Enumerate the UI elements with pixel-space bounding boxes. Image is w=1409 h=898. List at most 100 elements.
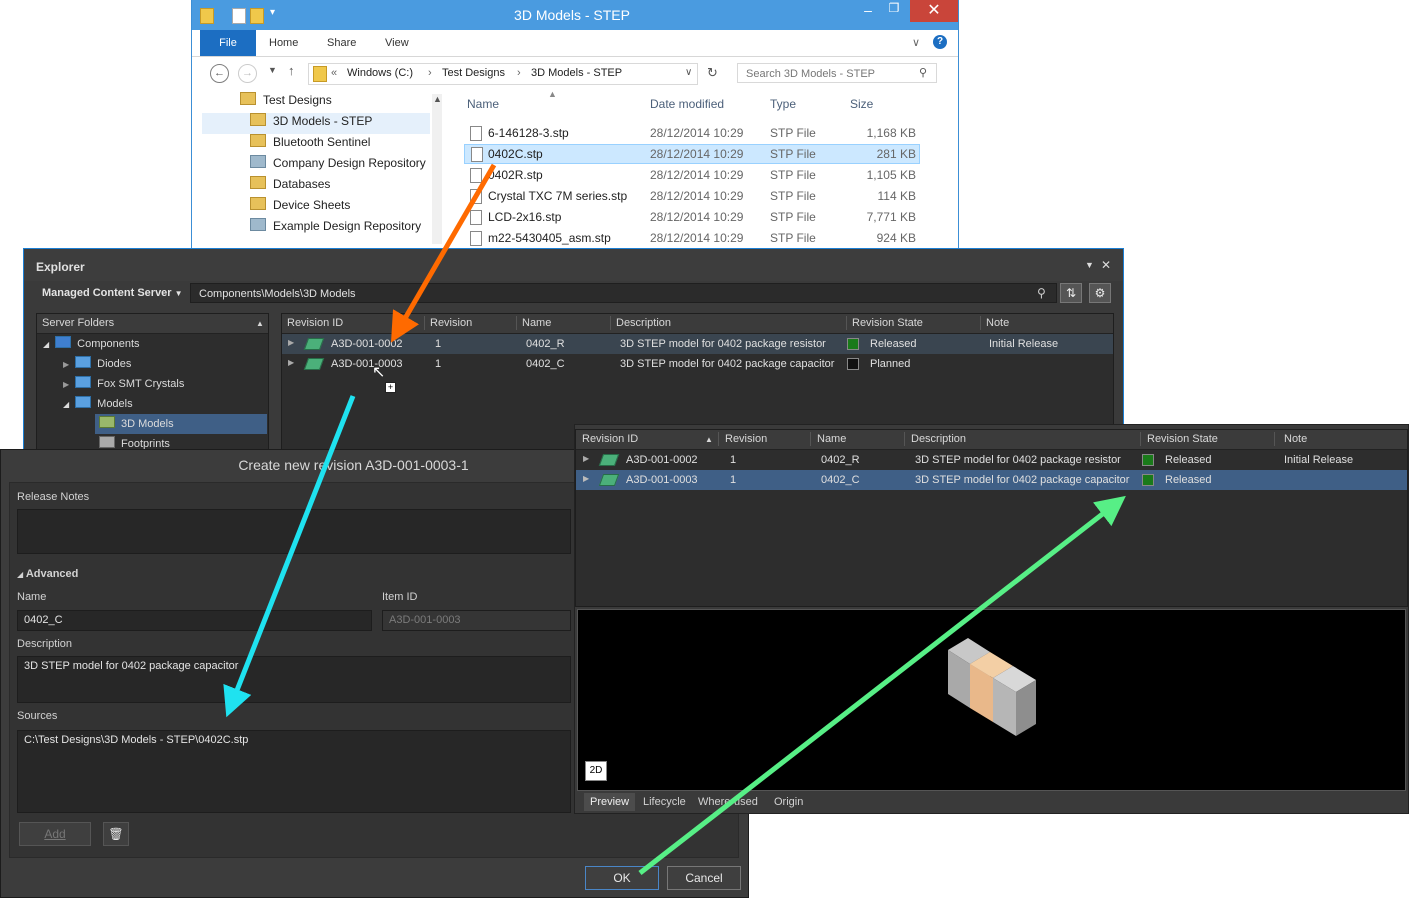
close-icon[interactable]: ✕: [1101, 258, 1111, 272]
breadcrumb-overflow[interactable]: «: [331, 67, 337, 79]
expand-icon[interactable]: ▶: [63, 380, 69, 389]
nav-item-example-design-repository[interactable]: Example Design Repository: [250, 218, 421, 239]
breadcrumb-separator-icon[interactable]: ›: [517, 67, 521, 79]
expand-icon[interactable]: ▶: [583, 474, 589, 483]
released-state-icon: [847, 338, 859, 350]
gear-icon[interactable]: ⚙: [1089, 283, 1111, 303]
column-size[interactable]: Size: [850, 97, 873, 111]
column-date-modified[interactable]: Date modified: [650, 97, 724, 111]
released-state-icon: [1142, 474, 1154, 486]
file-row[interactable]: 0402R.stp 28/12/2014 10:29 STP File 1,105 K…: [464, 165, 920, 185]
close-button[interactable]: ✕: [910, 0, 958, 22]
forward-icon[interactable]: →: [238, 64, 257, 83]
file-row[interactable]: LCD-2x16.stp 28/12/2014 10:29 STP File 7,77…: [464, 207, 920, 227]
file-row[interactable]: Crystal TXC 7M series.stp 28/12/2014 10:2…: [464, 186, 920, 206]
column-revision[interactable]: Revision: [725, 433, 767, 445]
expand-icon[interactable]: ▶: [63, 360, 69, 369]
column-revision-state[interactable]: Revision State: [852, 317, 923, 329]
restore-icon[interactable]: ❐: [880, 0, 908, 18]
3d-model-icon: [303, 358, 325, 370]
folder-components[interactable]: ◢ Components: [43, 334, 140, 354]
table-row[interactable]: ▶ A3D-001-0003 1 0402_C 3D STEP model fo…: [282, 354, 1113, 374]
tab-where-used[interactable]: Where-used: [692, 793, 764, 811]
column-revision[interactable]: Revision: [430, 317, 472, 329]
tab-view[interactable]: View: [385, 37, 409, 49]
column-name[interactable]: Name: [817, 433, 846, 445]
column-note[interactable]: Note: [986, 317, 1009, 329]
column-revision-state[interactable]: Revision State: [1147, 433, 1218, 445]
folder-3d-models-selected[interactable]: 3D Models: [95, 414, 267, 434]
model-preview[interactable]: 2D: [577, 609, 1406, 791]
tab-preview[interactable]: Preview: [584, 793, 636, 811]
breadcrumb-test-designs[interactable]: Test Designs: [442, 67, 505, 79]
folder-models[interactable]: ◢ Models: [63, 394, 133, 414]
column-name[interactable]: Name: [522, 317, 551, 329]
column-revision-id[interactable]: Revision ID: [287, 317, 343, 329]
column-description[interactable]: Description: [911, 433, 966, 445]
expand-icon[interactable]: ▶: [583, 454, 589, 463]
column-type[interactable]: Type: [770, 97, 796, 111]
table-row[interactable]: ▶ A3D-001-0002 1 0402_R 3D STEP model fo…: [282, 334, 1113, 354]
nav-item-3d-models[interactable]: 3D Models - STEP: [202, 113, 430, 134]
column-name[interactable]: Name: [467, 97, 499, 111]
server-selector[interactable]: Managed Content Server ▼: [42, 287, 183, 299]
ok-button[interactable]: OK: [585, 866, 659, 890]
expand-icon[interactable]: ▶: [288, 338, 294, 347]
refresh-icon[interactable]: ↻: [707, 65, 718, 81]
recent-locations-icon[interactable]: ▼: [268, 65, 277, 75]
nav-item-databases[interactable]: Databases: [250, 176, 330, 197]
advanced-section[interactable]: ◢ Advanced: [17, 568, 78, 580]
refresh-icon[interactable]: ⇅: [1060, 283, 1082, 303]
help-icon[interactable]: ?: [933, 35, 947, 49]
tab-file[interactable]: File: [200, 30, 256, 56]
release-notes-field[interactable]: [17, 509, 571, 554]
sources-list[interactable]: C:\Test Designs\3D Models - STEP\0402C.s…: [17, 730, 571, 813]
table-row[interactable]: ▶ A3D-001-0002 1 0402_R 3D STEP model fo…: [576, 450, 1407, 470]
address-bar[interactable]: « Windows (C:) › Test Designs › 3D Model…: [308, 63, 698, 85]
nav-item-test-designs[interactable]: Test Designs: [240, 92, 332, 113]
cancel-button[interactable]: Cancel: [667, 866, 741, 890]
breadcrumb-windows-c[interactable]: Windows (C:): [347, 67, 413, 79]
back-icon[interactable]: ←: [210, 64, 229, 83]
column-revision-id[interactable]: Revision ID: [582, 433, 638, 445]
column-note[interactable]: Note: [1284, 433, 1307, 445]
nav-item-bluetooth-sentinel[interactable]: Bluetooth Sentinel: [250, 134, 370, 155]
breadcrumb-3d-models[interactable]: 3D Models - STEP: [531, 67, 622, 79]
nav-scrollbar[interactable]: ▲: [432, 94, 442, 244]
repository-icon: [250, 155, 266, 168]
up-icon[interactable]: ↑: [288, 63, 295, 78]
file-icon: [470, 168, 482, 183]
add-button[interactable]: Add: [19, 822, 91, 846]
tab-lifecycle[interactable]: Lifecycle: [637, 793, 692, 811]
breadcrumb-separator-icon[interactable]: ›: [428, 67, 432, 79]
collapse-icon[interactable]: ◢: [43, 340, 49, 349]
folder-diodes[interactable]: ▶ Diodes: [63, 354, 131, 374]
file-row[interactable]: m22-5430405_asm.stp 28/12/2014 10:29 STP F…: [464, 228, 920, 248]
description-field[interactable]: 3D STEP model for 0402 package capacitor: [17, 656, 571, 703]
name-field[interactable]: 0402_C: [17, 610, 372, 631]
column-description[interactable]: Description: [616, 317, 671, 329]
tab-origin[interactable]: Origin: [768, 793, 809, 811]
file-row[interactable]: 6-146128-3.stp 28/12/2014 10:29 STP File 1,…: [464, 123, 920, 143]
view-mode-toggle[interactable]: 2D: [585, 761, 607, 781]
tab-home[interactable]: Home: [269, 37, 298, 49]
search-input[interactable]: Search 3D Models - STEP: [737, 63, 937, 83]
folder-icon: [250, 176, 266, 189]
tab-share[interactable]: Share: [327, 37, 356, 49]
nav-item-device-sheets[interactable]: Device Sheets: [250, 197, 350, 218]
release-notes-label: Release Notes: [17, 491, 90, 503]
minimize-button[interactable]: –: [854, 0, 882, 20]
expand-icon[interactable]: ▶: [288, 358, 294, 367]
footprints-icon: [99, 436, 115, 448]
address-dropdown-icon[interactable]: ∨: [685, 67, 692, 78]
panel-menu-icon[interactable]: ▼: [1085, 260, 1094, 270]
table-row-selected[interactable]: ▶ A3D-001-0003 1 0402_C 3D STEP model fo…: [576, 470, 1407, 490]
delete-icon[interactable]: 🗑: [103, 822, 129, 846]
chevron-down-icon[interactable]: ∨: [912, 36, 920, 49]
search-icon[interactable]: ⚲: [1037, 286, 1046, 300]
file-row-selected[interactable]: 0402C.stp 28/12/2014 10:29 STP File 281 KB: [464, 144, 920, 164]
folder-fox-smt-crystals[interactable]: ▶ Fox SMT Crystals: [63, 374, 184, 394]
nav-item-company-design-repository[interactable]: Company Design Repository: [250, 155, 426, 176]
path-field[interactable]: Components\Models\3D Models: [190, 283, 1057, 303]
collapse-icon[interactable]: ◢: [63, 400, 69, 409]
